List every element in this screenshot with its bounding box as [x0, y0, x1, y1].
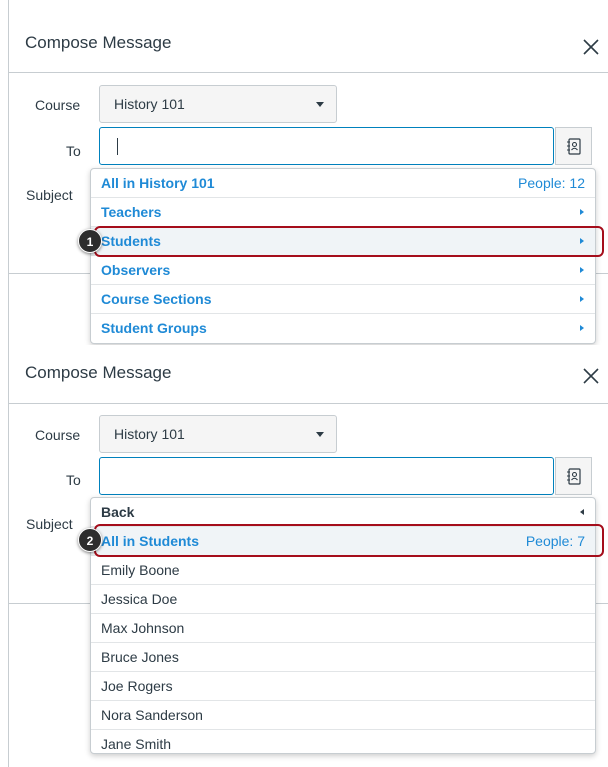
subject-label: Subject [26, 187, 73, 203]
dropdown-item-teachers[interactable]: Teachers [91, 198, 595, 227]
dialog-title: Compose Message [25, 363, 172, 382]
to-input[interactable] [99, 457, 554, 495]
dropdown-item-label: Course Sections [101, 291, 212, 307]
dropdown-item-observers[interactable]: Observers [91, 256, 595, 285]
course-select[interactable]: History 101 [99, 85, 337, 123]
person-item[interactable]: Joe Rogers [91, 672, 595, 701]
dropdown-item-label: Teachers [101, 204, 162, 220]
callout-highlight-all-students [94, 524, 604, 557]
address-book-icon [567, 138, 581, 155]
person-item[interactable]: Bruce Jones [91, 643, 595, 672]
person-name: Emily Boone [101, 562, 180, 578]
people-count: People: 12 [518, 175, 585, 191]
to-label: To [66, 143, 81, 159]
subject-label: Subject [26, 516, 73, 532]
person-item[interactable]: Max Johnson [91, 614, 595, 643]
person-item[interactable]: Jessica Doe [91, 585, 595, 614]
person-name: Jessica Doe [101, 591, 178, 607]
person-name: Max Johnson [101, 620, 185, 636]
course-select[interactable]: History 101 [99, 415, 337, 453]
address-book-icon [567, 468, 581, 485]
address-book-button[interactable] [555, 457, 592, 495]
chevron-right-icon [580, 209, 584, 215]
person-name: Nora Sanderson [101, 707, 203, 723]
dropdown-item-label: Observers [101, 262, 171, 278]
course-label: Course [35, 427, 81, 443]
person-item[interactable]: Jane Smith [91, 730, 595, 759]
chevron-right-icon [580, 267, 584, 273]
dropdown-item-course-sections[interactable]: Course Sections [91, 285, 595, 314]
callout-highlight-students [94, 226, 604, 257]
header-divider [9, 72, 608, 73]
person-item[interactable]: Emily Boone [91, 556, 595, 585]
course-select-value: History 101 [114, 96, 185, 112]
address-book-button[interactable] [555, 127, 592, 165]
chevron-left-icon [580, 509, 584, 515]
person-name: Joe Rogers [101, 678, 173, 694]
person-name: Bruce Jones [101, 649, 179, 665]
dropdown-item-student-groups[interactable]: Student Groups [91, 314, 595, 343]
step-badge-2: 2 [78, 528, 102, 552]
dialog-title: Compose Message [25, 33, 172, 52]
course-label: Course [35, 97, 81, 113]
close-icon[interactable] [581, 37, 601, 57]
person-name: Jane Smith [101, 736, 172, 752]
header-divider [9, 403, 608, 404]
chevron-down-icon [316, 432, 324, 437]
chevron-right-icon [580, 325, 584, 331]
course-select-value: History 101 [114, 426, 185, 442]
close-icon[interactable] [581, 366, 601, 386]
step-badge-1: 1 [78, 229, 102, 253]
person-item[interactable]: Nora Sanderson [91, 701, 595, 730]
dropdown-item-back[interactable]: Back [91, 498, 595, 527]
chevron-right-icon [580, 296, 584, 302]
dropdown-item-label: All in History 101 [101, 175, 215, 191]
dropdown-item-label: Student Groups [101, 320, 207, 336]
back-label: Back [101, 504, 135, 520]
to-input[interactable] [99, 127, 554, 165]
dropdown-item-all-course[interactable]: All in History 101 People: 12 [91, 169, 595, 198]
to-label: To [66, 472, 81, 488]
chevron-down-icon [316, 102, 324, 107]
text-cursor [117, 138, 118, 155]
